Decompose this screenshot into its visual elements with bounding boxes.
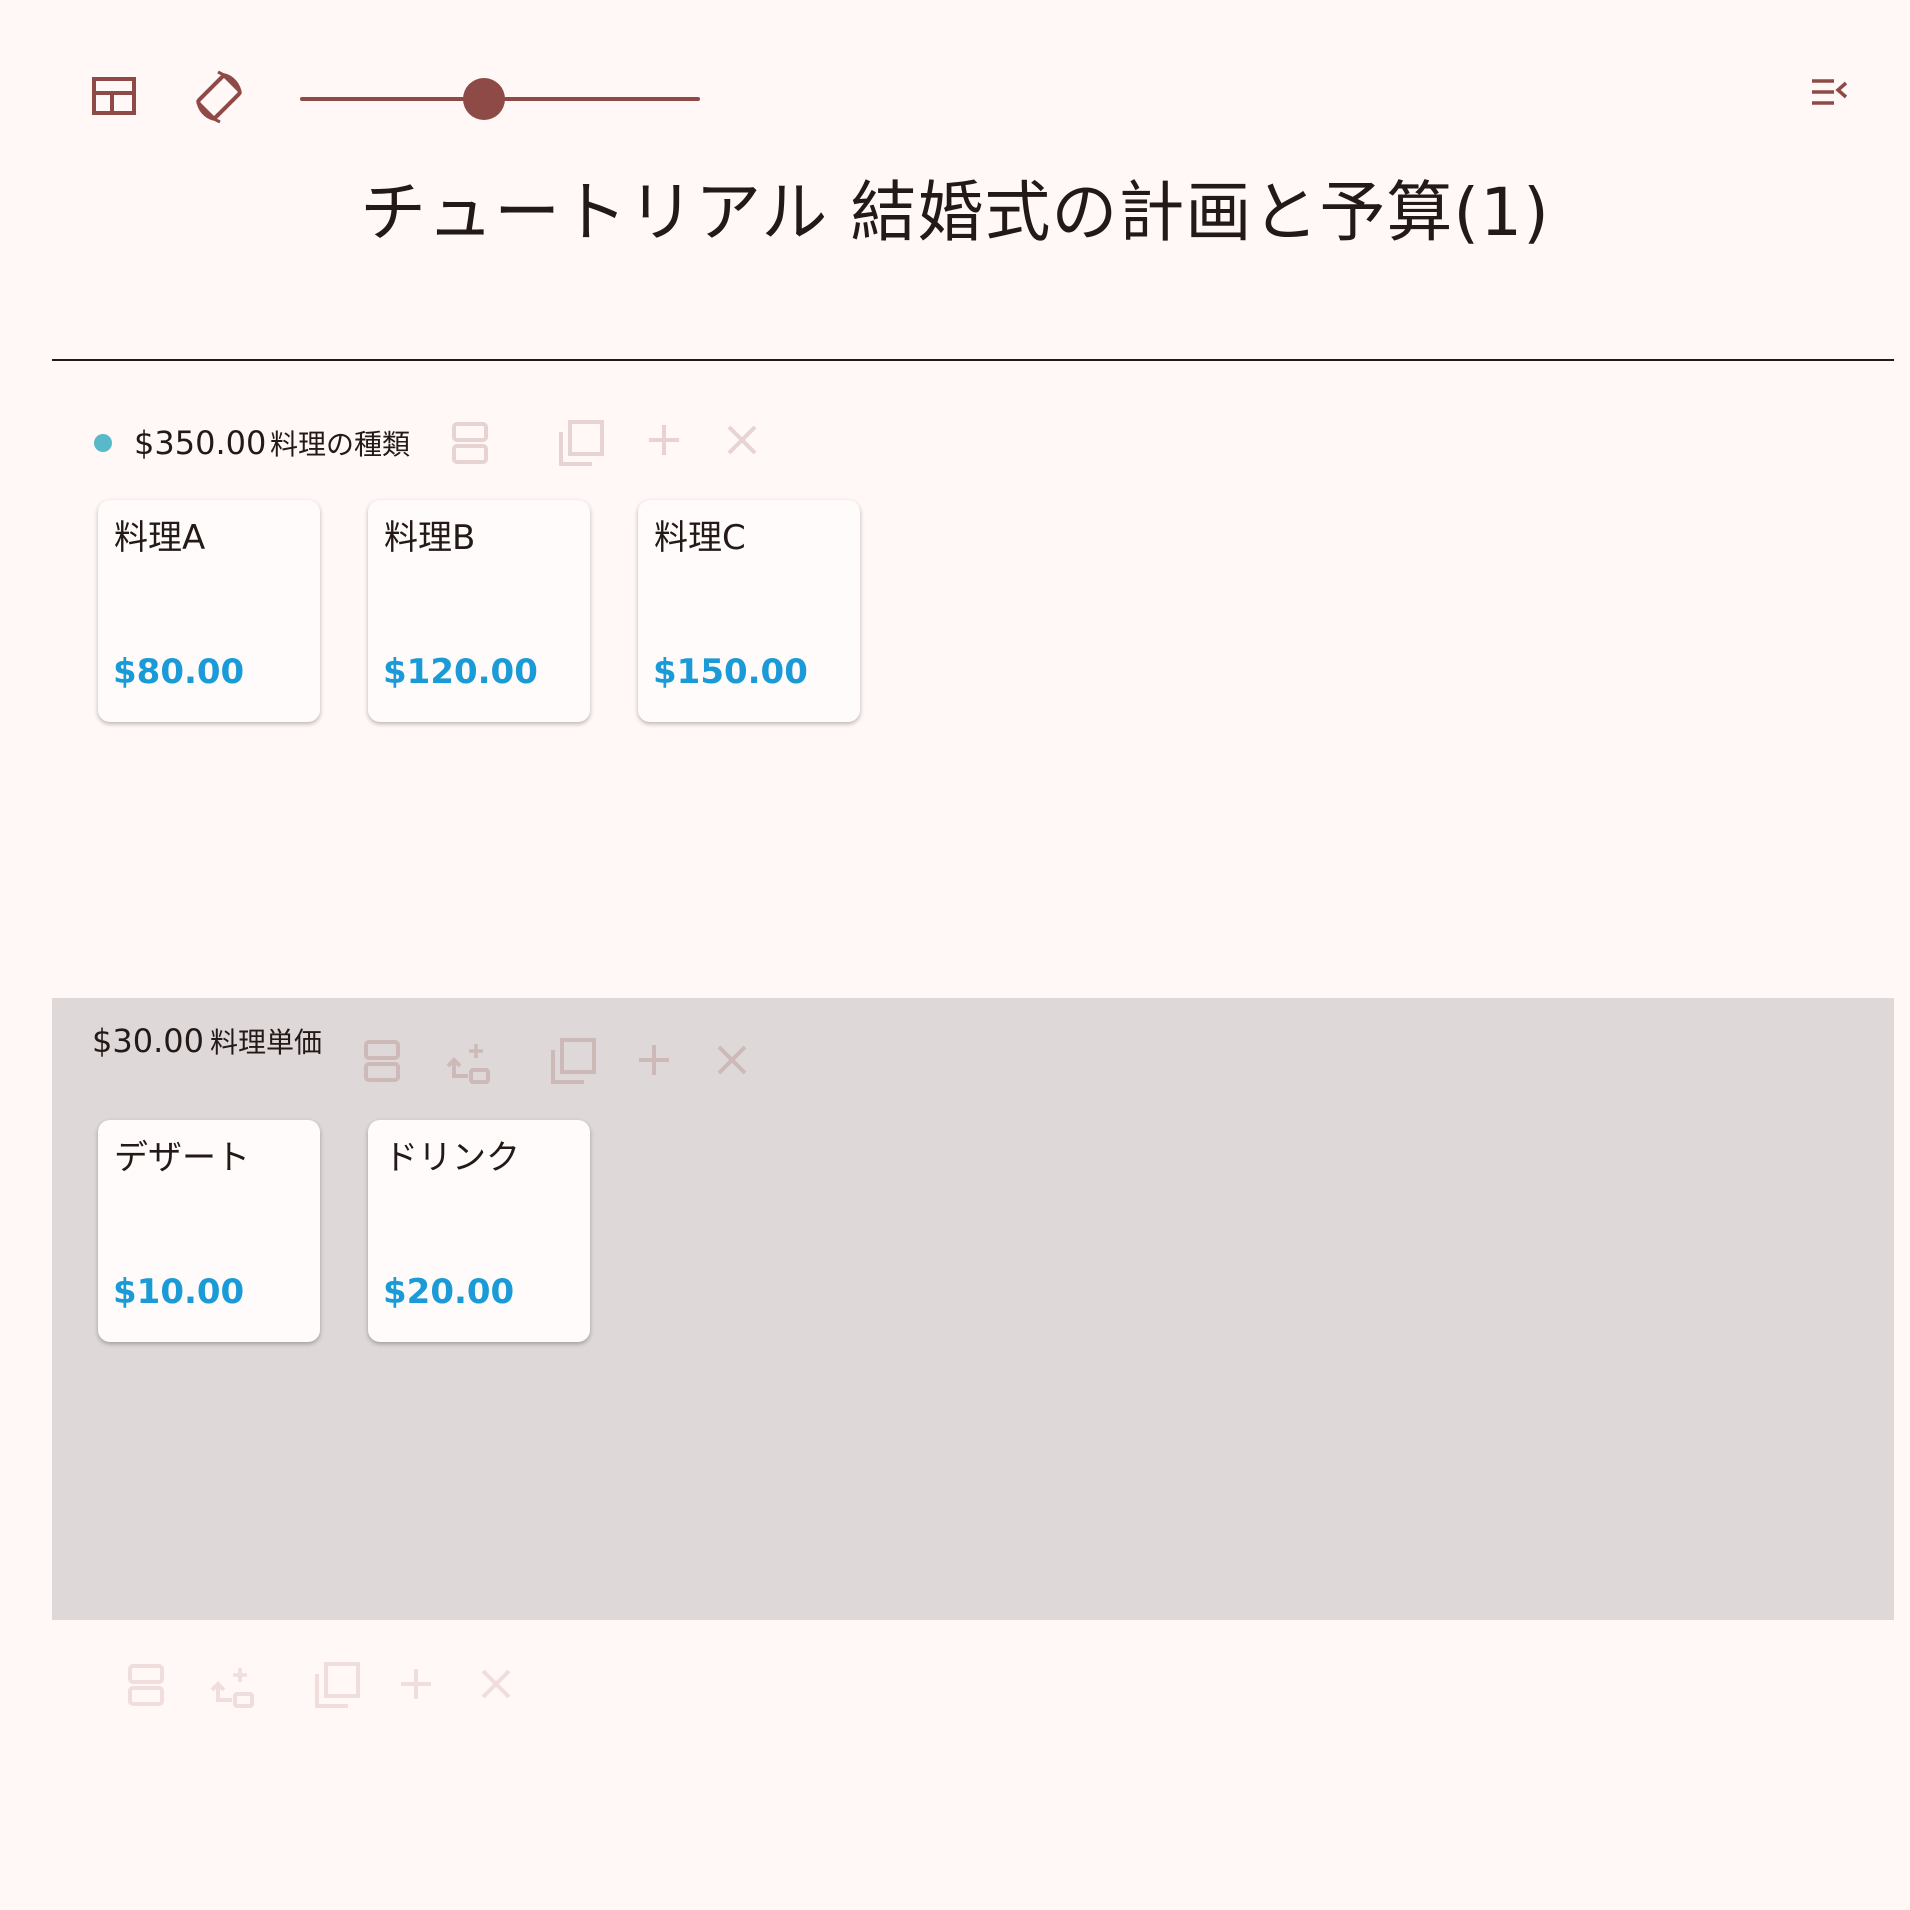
item-card[interactable]: 料理C $150.00 — [638, 500, 860, 722]
plus-icon[interactable] — [398, 1666, 434, 1702]
add-child-icon[interactable] — [446, 1040, 492, 1086]
group-label: 料理の種類 — [270, 428, 411, 461]
group-unit-price[interactable]: $30.00 料理単価 デザート $10.00 ドリンク $20.00 — [52, 998, 1894, 1620]
plus-icon[interactable] — [636, 1042, 672, 1078]
app-page: チュートリアル 結婚式の計画と予算(1) $350.00 料理の種類 料理A $… — [0, 0, 1910, 1910]
add-child-icon[interactable] — [210, 1664, 256, 1710]
split-icon[interactable] — [128, 1664, 164, 1706]
layout-icon[interactable] — [92, 77, 136, 115]
item-card[interactable]: ドリンク $20.00 — [368, 1120, 590, 1342]
card-title: 料理C — [654, 518, 746, 558]
zoom-slider[interactable] — [300, 76, 700, 122]
root-actions — [0, 1650, 600, 1720]
group-header: $30.00 料理単価 — [52, 998, 1894, 1084]
close-icon[interactable] — [726, 424, 758, 456]
close-icon[interactable] — [480, 1668, 512, 1700]
copy-icon[interactable] — [558, 420, 604, 466]
split-icon[interactable] — [364, 1040, 400, 1082]
title-divider — [52, 359, 1894, 361]
card-price: $20.00 — [383, 1272, 515, 1312]
card-price: $120.00 — [383, 652, 538, 692]
card-price: $150.00 — [653, 652, 808, 692]
item-card[interactable]: 料理B $120.00 — [368, 500, 590, 722]
copy-icon[interactable] — [314, 1662, 360, 1708]
zoom-slider-thumb[interactable] — [463, 78, 505, 120]
close-icon[interactable] — [716, 1044, 748, 1076]
status-indicator — [94, 434, 112, 452]
copy-icon[interactable] — [550, 1038, 596, 1084]
item-card[interactable]: デザート $10.00 — [98, 1120, 320, 1342]
card-title: ドリンク — [384, 1138, 520, 1178]
plus-icon[interactable] — [646, 422, 682, 458]
split-icon[interactable] — [452, 422, 488, 464]
card-title: 料理A — [114, 518, 206, 558]
item-card[interactable]: 料理A $80.00 — [98, 500, 320, 722]
card-price: $10.00 — [113, 1272, 245, 1312]
card-price: $80.00 — [113, 652, 245, 692]
group-total: $350.00 — [134, 424, 267, 462]
outline-menu-icon[interactable] — [1810, 76, 1850, 108]
group-total: $30.00 — [92, 1022, 204, 1060]
card-title: 料理B — [384, 518, 476, 558]
rotate-icon[interactable] — [192, 70, 246, 124]
card-title: デザート — [114, 1138, 250, 1178]
group-label: 料理単価 — [210, 1026, 323, 1059]
group-header: $350.00 料理の種類 — [52, 400, 1894, 486]
group-dish-types[interactable]: $350.00 料理の種類 料理A $80.00 料理B $120.00 料理C… — [52, 400, 1894, 980]
page-title: チュートリアル 結婚式の計画と予算(1) — [360, 174, 1550, 251]
